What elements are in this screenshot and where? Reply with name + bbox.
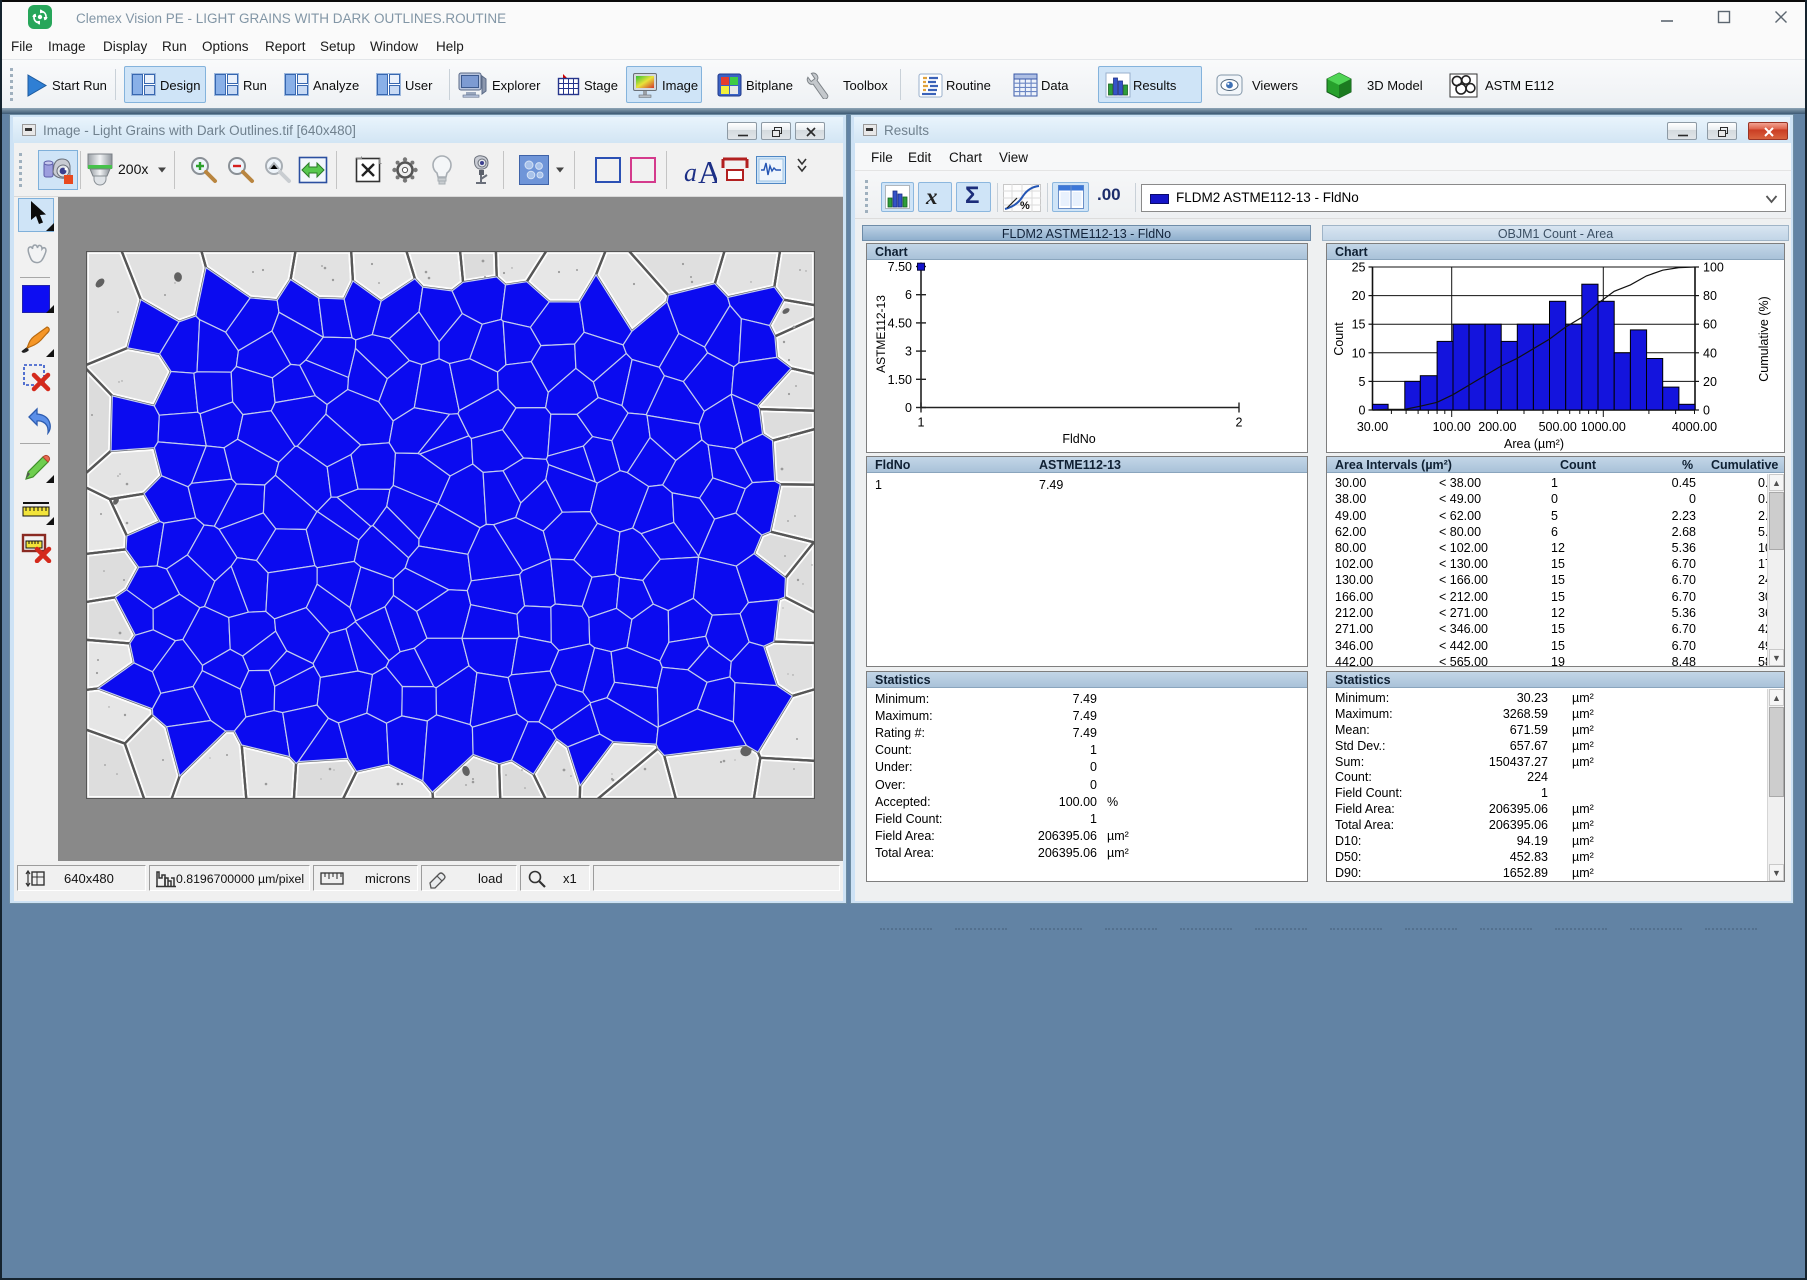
svg-text:2: 2	[1236, 416, 1243, 430]
svg-text:0: 0	[1359, 404, 1366, 418]
svg-text:3: 3	[905, 345, 912, 359]
svg-text:a: a	[684, 158, 697, 187]
svg-text:500.00: 500.00	[1539, 420, 1577, 434]
svg-text:10: 10	[1352, 346, 1366, 360]
svg-text:1: 1	[918, 416, 925, 430]
svg-text:%: %	[1020, 200, 1030, 212]
svg-text:100.00: 100.00	[1433, 420, 1471, 434]
svg-text:5: 5	[1359, 375, 1366, 389]
svg-text:30.00: 30.00	[1357, 420, 1388, 434]
svg-text:Cumulative (%): Cumulative (%)	[1757, 296, 1771, 381]
svg-text:4000.00: 4000.00	[1672, 420, 1717, 434]
svg-text:FldNo: FldNo	[1062, 432, 1095, 446]
svg-text:6: 6	[905, 288, 912, 302]
svg-text:A: A	[698, 155, 717, 187]
svg-text:40: 40	[1703, 346, 1717, 360]
svg-text:200.00: 200.00	[1478, 420, 1516, 434]
svg-text:0: 0	[1703, 404, 1710, 418]
svg-text:15: 15	[1352, 318, 1366, 332]
svg-text:60: 60	[1703, 318, 1717, 332]
svg-text:1000.00: 1000.00	[1581, 420, 1626, 434]
svg-text:80: 80	[1703, 289, 1717, 303]
svg-text:1.50: 1.50	[888, 373, 912, 387]
svg-text:0: 0	[905, 401, 912, 415]
svg-text:ASTME112-13: ASTME112-13	[874, 295, 888, 373]
svg-text:100: 100	[1703, 262, 1724, 275]
svg-text:20: 20	[1352, 289, 1366, 303]
svg-text:Area (µm²): Area (µm²)	[1504, 437, 1564, 451]
svg-text:Count: Count	[1332, 322, 1346, 356]
svg-text:20: 20	[1703, 375, 1717, 389]
svg-text:4.50: 4.50	[888, 316, 912, 330]
svg-text:7.50: 7.50	[888, 262, 912, 274]
svg-text:25: 25	[1352, 262, 1366, 275]
